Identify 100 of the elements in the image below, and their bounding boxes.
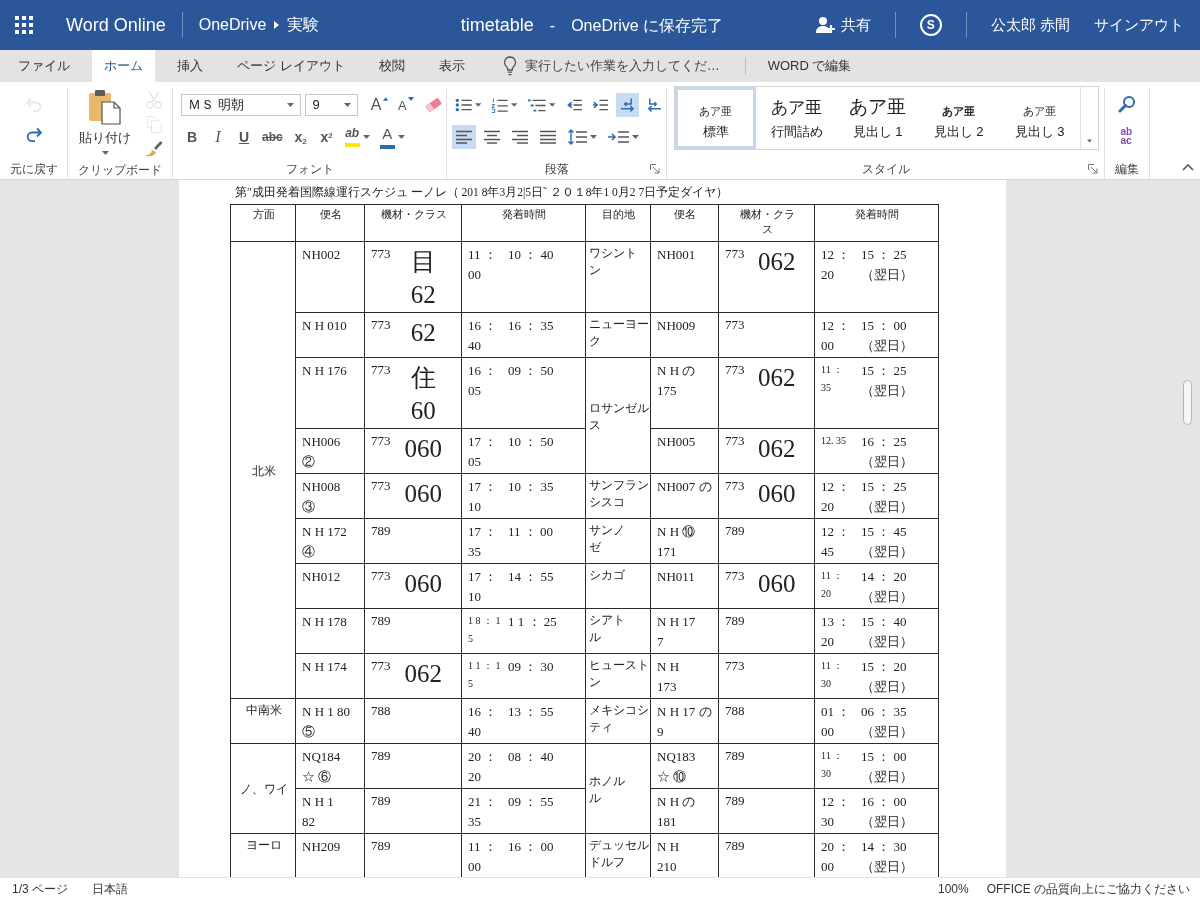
sign-out-link[interactable]: サインアウト <box>1094 13 1184 37</box>
aircraft-type: 773 <box>725 245 745 263</box>
indent-icon <box>592 98 610 112</box>
departure-time: 17 ： 10 <box>468 478 498 516</box>
edit-in-word-button[interactable]: WORD で編集 <box>767 56 852 76</box>
superscript-button[interactable]: x$^{2}$ <box>315 125 338 149</box>
flight-number: N H 176 <box>302 362 347 380</box>
flight-number: NH209 <box>302 838 341 856</box>
flight-number: NH008 ③ <box>302 478 341 516</box>
font-size-dropdown[interactable]: 9 <box>305 94 358 116</box>
destination-label: ヒュースト <box>589 657 649 674</box>
flight-number: NH009 <box>657 317 696 335</box>
class-code: 住 60 <box>410 363 436 426</box>
departure-time: 16 ： 40 <box>468 317 498 355</box>
arrival-time: 09 ： 30 <box>508 658 554 676</box>
caret-icon <box>549 103 556 107</box>
paste-button[interactable]: 貼り付け <box>72 89 138 160</box>
flight-number: N H 173 <box>657 658 680 696</box>
bold-button[interactable]: B <box>181 125 203 149</box>
aircraft-type: 789 <box>725 522 745 540</box>
aircraft-type: 789 <box>725 837 745 855</box>
class-code: 62 <box>410 318 436 348</box>
user-name[interactable]: 公太郎 赤間 <box>990 13 1070 37</box>
feedback-link[interactable]: OFFICE の品質向上にご協力ください <box>986 879 1190 898</box>
departure-time: 11 ： 20 <box>821 569 844 601</box>
flight-number: N H ⑩ 171 <box>657 523 696 561</box>
arrival-time: 15 ： 25 （翌日） <box>861 478 913 516</box>
arrival-time: 06 ： 35 （翌日） <box>861 703 913 741</box>
destination-label: ン <box>589 262 601 279</box>
app-launcher-icon[interactable] <box>15 16 33 34</box>
aircraft-type: 773 <box>725 361 745 379</box>
arrival-time: 14 ： 20 （翌日） <box>861 568 913 606</box>
departure-time: 12 ： 30 <box>821 793 851 831</box>
tell-me-field[interactable]: 実行したい作業を入力してくだ… <box>524 56 723 76</box>
column-header: 便名 <box>319 207 342 222</box>
arrival-time: 13 ： 55 <box>508 703 554 721</box>
aircraft-type: 773 <box>371 567 391 585</box>
font-color-button[interactable]: A <box>376 125 408 149</box>
departure-time: 17 ： 05 <box>468 433 498 471</box>
ribbon-tab[interactable]: 表示 <box>426 50 477 82</box>
aircraft-type: 789 <box>725 747 745 765</box>
destination-label: ドルフ <box>589 854 625 871</box>
grow-font-button[interactable]: A <box>367 93 391 117</box>
numbered-list-icon <box>491 96 508 114</box>
departure-time: 20 ： 20 <box>468 748 498 786</box>
class-code: 060 <box>758 479 796 509</box>
flight-number: N H 172 ④ <box>302 523 347 561</box>
ribbon-tab[interactable]: ページ レイアウト <box>225 50 357 82</box>
arrival-time: 16 ： 35 <box>508 317 554 335</box>
caret-up-icon <box>382 97 388 101</box>
breadcrumb-link[interactable]: OneDrive <box>198 13 267 37</box>
strikethrough-button[interactable]: abc <box>259 125 286 149</box>
font-name-dropdown[interactable]: ＭＳ 明朝 <box>181 94 302 116</box>
language-indicator[interactable]: 日本語 <box>92 879 128 898</box>
subscript-button[interactable]: x$_{2}$ <box>289 125 312 149</box>
app-name[interactable]: Word Online <box>66 11 166 39</box>
collapse-ribbon-button[interactable] <box>1182 164 1194 171</box>
arrival-time: 15 ： 25 （翌日） <box>861 362 913 400</box>
departure-time: 21 ： 35 <box>468 793 498 831</box>
left-to-right-icon <box>619 96 637 114</box>
zoom-level[interactable]: 100% <box>937 879 969 898</box>
aircraft-type: 789 <box>371 792 391 810</box>
italic-button[interactable]: I <box>207 125 229 149</box>
paintbrush-icon <box>145 139 163 157</box>
arrival-time: 10 ： 40 <box>508 246 554 264</box>
share-button[interactable]: 共有 <box>815 13 871 37</box>
aircraft-type: 773 <box>371 316 391 334</box>
chevron-up-icon <box>1182 164 1194 171</box>
align-left-button[interactable] <box>452 125 476 149</box>
breadcrumb-link[interactable]: 実験 <box>287 13 320 37</box>
left-to-right-button[interactable] <box>616 93 640 117</box>
flight-number: NH001 <box>657 246 696 264</box>
scrollbar-thumb[interactable] <box>1183 380 1192 425</box>
group-label: スタイル <box>861 161 910 178</box>
destination-label: シスコ <box>589 494 625 511</box>
flight-number: N H の 175 <box>657 362 696 400</box>
column-header: 機材・クラス <box>380 207 447 222</box>
shrink-font-button[interactable]: A <box>394 93 417 117</box>
arrival-time: 15 ： 00 （翌日） <box>861 317 913 355</box>
ribbon-tab[interactable]: 挿入 <box>165 50 215 82</box>
destination-label: ゼ <box>589 539 601 556</box>
highlight-button[interactable]: ab <box>341 125 373 149</box>
dialog-launcher-icon[interactable] <box>1088 164 1098 174</box>
departure-time: 12 ： 20 <box>821 246 851 284</box>
aircraft-type: 773 <box>725 657 745 675</box>
underline-button[interactable]: U <box>233 125 255 149</box>
style-item[interactable]: あア亜 標準 <box>675 87 756 149</box>
arrival-time: 15 ： 00 （翌日） <box>861 748 913 786</box>
ribbon-tab[interactable]: ファイル <box>6 50 82 82</box>
class-code: 060 <box>404 479 442 509</box>
caret-icon <box>362 135 370 139</box>
chat-button[interactable]: S <box>919 14 942 36</box>
undo-icon <box>24 96 43 112</box>
caret-icon <box>343 103 351 107</box>
ribbon-tab[interactable]: ホーム <box>92 50 155 82</box>
ribbon-tab[interactable]: 校閲 <box>366 50 417 82</box>
replace-button[interactable]: ab ac <box>1116 124 1138 148</box>
arrival-time: 09 ： 50 <box>508 362 554 380</box>
dialog-launcher-icon[interactable] <box>650 164 660 174</box>
bullet-list-icon <box>455 97 472 113</box>
